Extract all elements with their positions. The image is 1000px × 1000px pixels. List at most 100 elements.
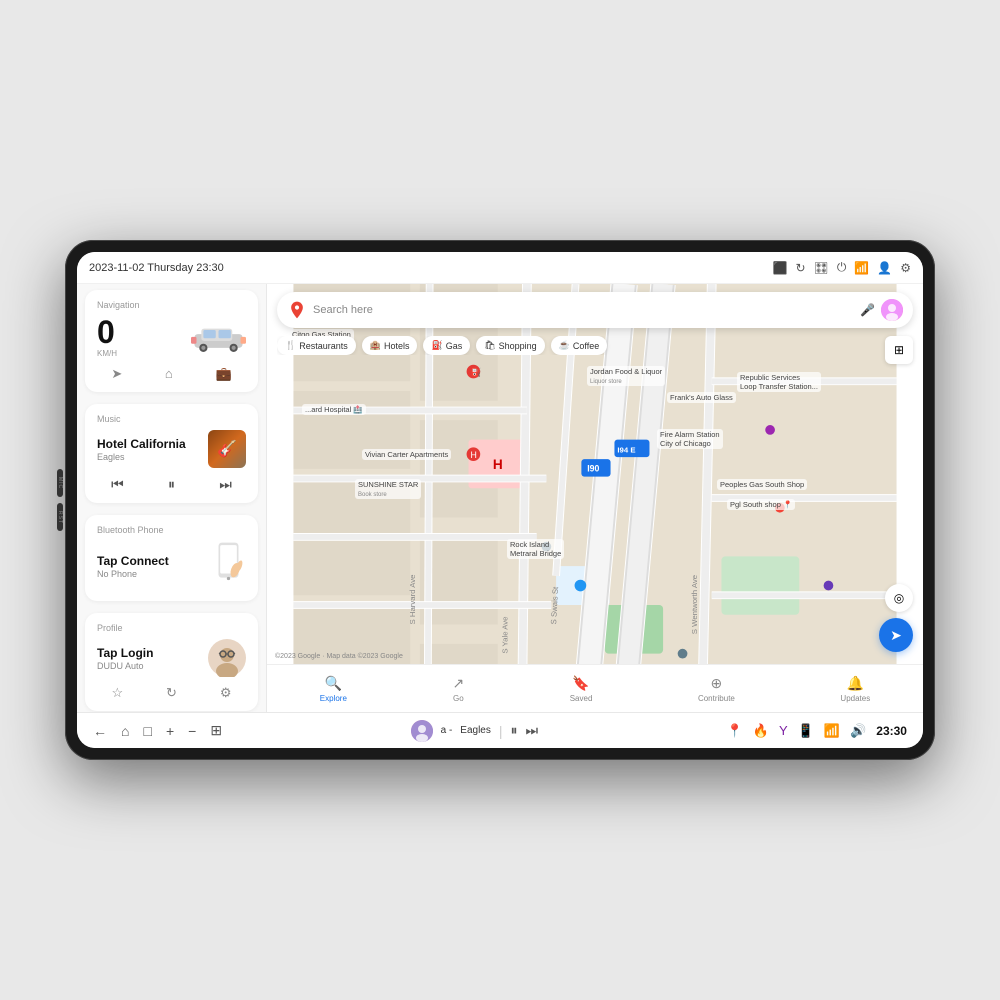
star-icon[interactable]: ☆: [111, 685, 123, 701]
map-compass[interactable]: ◎: [885, 584, 913, 612]
category-shopping[interactable]: 🛍 Shopping: [476, 336, 544, 355]
now-playing-artist: Eagles: [460, 725, 491, 736]
app-grid-icon[interactable]: 📱: [798, 723, 814, 739]
settings-profile-icon[interactable]: ⚙: [220, 685, 232, 701]
contribute-label: Contribute: [698, 694, 735, 703]
place-hospital: ...ard Hospital 🏥: [302, 404, 366, 415]
bluetooth-card[interactable]: Bluetooth Phone Tap Connect No Phone: [85, 515, 258, 601]
navigation-card: Navigation 0 KM/H: [85, 290, 258, 392]
bt-card-content: Tap Connect No Phone: [97, 541, 246, 591]
location-icon: ➤: [890, 627, 902, 644]
compass-icon: ◎: [894, 591, 904, 605]
taskbar-next-button[interactable]: ⏭: [526, 722, 539, 739]
hotels-icon: 🏨: [370, 340, 381, 351]
music-controls: ⏮ ⏸ ⏭: [97, 476, 246, 493]
place-franks: Frank's Auto Glass: [667, 392, 736, 403]
category-hotels[interactable]: 🏨 Hotels: [362, 336, 418, 355]
bt-subtitle: No Phone: [97, 569, 169, 579]
profile-title: Tap Login: [97, 646, 153, 660]
coffee-label: Coffee: [573, 341, 599, 351]
svg-text:I94 E: I94 E: [617, 445, 635, 454]
bt-info: Tap Connect No Phone: [97, 554, 169, 579]
place-peoples: Peoples Gas South Shop: [717, 479, 807, 490]
next-button[interactable]: ⏭: [219, 476, 232, 493]
briefcase-icon[interactable]: 💼: [215, 366, 231, 382]
search-placeholder[interactable]: Search here: [313, 304, 854, 316]
restaurants-label: Restaurants: [299, 341, 348, 351]
search-icons: 🎤: [860, 299, 903, 321]
svg-text:S Yale Ave: S Yale Ave: [500, 616, 509, 653]
map-area[interactable]: H I90 I94 E: [267, 284, 923, 712]
map-nav-go[interactable]: ↗ Go: [452, 675, 464, 703]
device-screen: 2023-11-02 Thursday 23:30 ⬛ ↻ 🎛 ⏻ 📶 👤 ⚙ …: [77, 252, 923, 748]
svg-text:⛽: ⛽: [470, 367, 481, 377]
speed-value: 0: [97, 316, 115, 348]
speed-display: 0 KM/H: [97, 316, 117, 358]
shopping-label: Shopping: [499, 341, 537, 351]
yahoo-icon[interactable]: Y: [779, 723, 788, 738]
location-btn[interactable]: 📍: [727, 723, 743, 739]
wifi-taskbar-icon: 📶: [824, 723, 840, 739]
navigation-label: Navigation: [97, 300, 246, 310]
refresh-profile-icon[interactable]: ↻: [166, 685, 177, 701]
recent-button[interactable]: □: [143, 723, 151, 739]
music-label: Music: [97, 414, 246, 424]
mic-button[interactable]: MIC: [57, 469, 63, 497]
datetime-label: 2023-11-02 Thursday 23:30: [89, 262, 224, 274]
saved-label: Saved: [570, 694, 593, 703]
car-icon: [191, 320, 246, 355]
map-location-button[interactable]: ➤: [879, 618, 913, 652]
minus-button[interactable]: −: [188, 723, 196, 739]
now-playing-prefix: a -: [441, 725, 453, 736]
map-nav-updates[interactable]: 🔔 Updates: [840, 675, 870, 703]
profile-info: Tap Login DUDU Auto: [97, 646, 153, 671]
fire-icon[interactable]: 🔥: [753, 723, 769, 739]
svg-text:H: H: [493, 457, 503, 472]
map-layer-button[interactable]: ⊞: [885, 336, 913, 364]
profile-card-content: Tap Login DUDU Auto: [97, 639, 246, 677]
category-restaurants[interactable]: 🍴 Restaurants: [277, 336, 356, 355]
bt-title: Tap Connect: [97, 554, 169, 568]
user-profile-avatar[interactable]: [881, 299, 903, 321]
refresh-icon: ↻: [796, 261, 806, 275]
svg-text:H: H: [470, 450, 476, 460]
sidebar: Navigation 0 KM/H: [77, 284, 267, 712]
explore-label: Explore: [320, 694, 347, 703]
home-nav-icon[interactable]: ⌂: [165, 366, 173, 382]
category-coffee[interactable]: ☕ Coffee: [551, 336, 608, 355]
back-button[interactable]: ←: [93, 723, 107, 739]
rst-label: RST: [57, 511, 63, 524]
grid-button[interactable]: ⊞: [210, 722, 222, 739]
restaurants-icon: 🍴: [285, 340, 296, 351]
map-search-bar[interactable]: Search here 🎤: [277, 292, 913, 328]
map-copyright: ©2023 Google · Map data ©2023 Google: [275, 653, 403, 660]
map-nav-explore[interactable]: 🔍 Explore: [320, 675, 347, 703]
volume-icon[interactable]: 🔊: [850, 723, 866, 739]
map-nav-contribute[interactable]: ⊕ Contribute: [698, 675, 735, 703]
taskbar-time: 23:30: [876, 724, 907, 738]
power-icon: ⏻: [837, 260, 847, 275]
category-gas[interactable]: ⛽ Gas: [423, 336, 470, 355]
music-artist: Eagles: [97, 452, 186, 462]
navigate-icon[interactable]: ➤: [111, 366, 122, 382]
profile-subtitle: DUDU Auto: [97, 661, 153, 671]
add-button[interactable]: +: [166, 723, 174, 739]
status-icons-group: ⬛ ↻ 🎛 ⏻ 📶 👤 ⚙: [773, 260, 911, 275]
music-title: Hotel California: [97, 437, 186, 451]
taskbar-play-button[interactable]: ⏸: [511, 722, 518, 739]
monitor-icon: ⬛: [773, 261, 788, 275]
place-fire: Fire Alarm StationCity of Chicago: [657, 429, 723, 449]
map-nav-saved[interactable]: 🔖 Saved: [570, 675, 593, 703]
profile-card: Profile Tap Login DUDU Auto: [85, 613, 258, 711]
pause-button[interactable]: ⏸: [168, 476, 175, 493]
rst-button[interactable]: RST: [57, 503, 63, 531]
nav-actions: ➤ ⌂ 💼: [97, 366, 246, 382]
music-info: Hotel California Eagles: [97, 437, 186, 462]
prev-button[interactable]: ⏮: [111, 476, 124, 493]
home-button[interactable]: ⌂: [121, 723, 129, 739]
voice-search-icon[interactable]: 🎤: [860, 303, 875, 317]
shopping-icon: 🛍: [484, 340, 495, 351]
phone-illustration: [211, 541, 246, 591]
taskbar-right: 📍 🔥 Y 📱 📶 🔊 23:30: [727, 723, 907, 739]
music-card-content: Hotel California Eagles 🎸: [97, 430, 246, 468]
